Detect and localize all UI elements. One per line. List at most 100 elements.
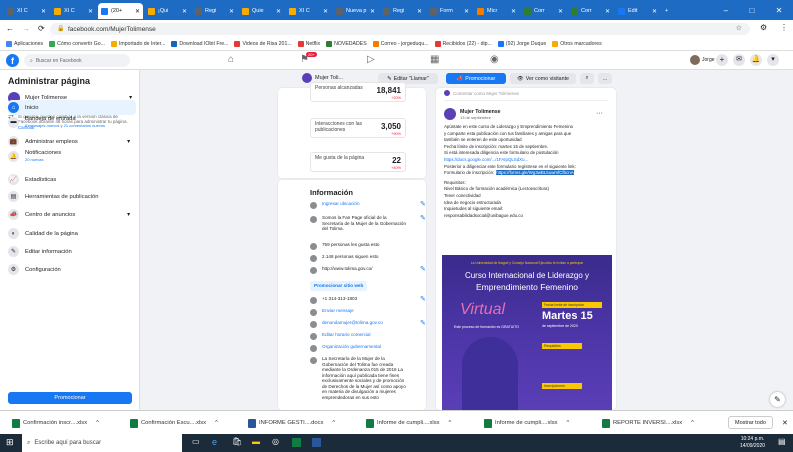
browser-tab[interactable]: Quie ✕	[239, 3, 284, 19]
back-icon[interactable]: ←	[6, 24, 14, 33]
notification-center-icon[interactable]: ▤	[778, 438, 786, 446]
stat-box[interactable]: Personas alcanzadas 18,841 +20%	[310, 82, 406, 102]
close-tab-icon[interactable]: ✕	[370, 8, 375, 15]
form-link[interactable]: https://forms.gle/Wg3wBL5uwmfCfbcnA	[496, 170, 574, 176]
close-tab-icon[interactable]: ✕	[511, 8, 516, 15]
chevron-up-icon[interactable]: ^	[96, 420, 99, 426]
store-icon[interactable]: 🛍	[232, 438, 242, 446]
show-all-button[interactable]: Mostrar todo	[728, 416, 773, 429]
download-item[interactable]: INFORME GESTI....docx ^	[248, 417, 335, 429]
download-item[interactable]: Confirmación inscr....xlsx ^	[12, 417, 99, 429]
edge-icon[interactable]: e	[212, 438, 217, 447]
browser-tab[interactable]: XI C ✕	[286, 3, 331, 19]
info-row[interactable]: denundamujer@tolima.gov.co ✎	[310, 320, 426, 328]
bookmark-item[interactable]: Recibidos (22) - dip...	[434, 40, 492, 47]
info-row[interactable]: Ingresar ubicación ✎	[310, 201, 426, 209]
sidebar-item[interactable]: ▤ Herramientas de publicación	[8, 191, 136, 202]
sidebar-item[interactable]: 🔔 Notificaciones 20 nuevas	[8, 150, 136, 162]
post-author[interactable]: Mujer Tolimense	[460, 109, 501, 115]
task-view-icon[interactable]: ▭	[192, 438, 200, 446]
browser-tab[interactable]: Edit ✕	[615, 3, 660, 19]
browser-tab[interactable]: Form ✕	[427, 3, 472, 19]
sidebar-item[interactable]: ⌂ Inicio	[8, 100, 136, 115]
clock[interactable]: 10:24 p.m. 14/09/2020	[740, 436, 765, 450]
browser-tab[interactable]: (20+ ✕	[98, 3, 143, 19]
bookmark-item[interactable]: Cómo convertir Go...	[49, 40, 105, 47]
info-row[interactable]: Enviar mensaje	[310, 308, 410, 316]
sidebar-item[interactable]: 💼 Administrar empleos ▾	[8, 136, 136, 147]
bookmark-item[interactable]: Download IObit Fre...	[171, 40, 228, 47]
chevron-up-icon[interactable]: ^	[567, 420, 570, 426]
bookmark-item[interactable]: Correo - jorgeduqu...	[372, 40, 429, 47]
close-tab-icon[interactable]: ✕	[652, 8, 657, 15]
browser-tab[interactable]: Corr ✕	[568, 3, 613, 19]
bookmark-item[interactable]: Otros marcadores	[552, 40, 602, 47]
browser-tab[interactable]: Regi ✕	[192, 3, 237, 19]
promote-website-button[interactable]: Promocionar sitio web	[310, 281, 368, 291]
sidebar-item[interactable]: 📣 Centro de anuncios ▾	[8, 209, 136, 220]
close-tab-icon[interactable]: ✕	[41, 8, 46, 15]
pencil-icon[interactable]: ✎	[420, 201, 426, 209]
download-item[interactable]: Confirmación Escu....xlsx ^	[130, 417, 218, 429]
browser-tab[interactable]: Micr ✕	[474, 3, 519, 19]
post-options-icon[interactable]: ···	[596, 110, 603, 117]
pencil-icon[interactable]: ✎	[420, 215, 426, 223]
windows-start-icon[interactable]: ⊞	[6, 438, 14, 447]
promote-button[interactable]: Promocionar	[8, 392, 132, 404]
chevron-up-icon[interactable]: ^	[449, 420, 452, 426]
bookmark-item[interactable]: (92) Jorge Duque	[497, 40, 546, 47]
excel-icon[interactable]	[292, 438, 301, 447]
extension-icon[interactable]: ⚙	[760, 24, 767, 32]
close-tab-icon[interactable]: ✕	[323, 8, 328, 15]
chevron-up-icon[interactable]: ^	[215, 420, 218, 426]
comment-composer[interactable]: Comentar como Mujer Tolimense	[444, 89, 608, 97]
browser-tab[interactable]: Regi ✕	[380, 3, 425, 19]
taskbar-search-input[interactable]: ⌕ Escribe aquí para buscar	[22, 434, 182, 452]
browser-tab[interactable]: Corr ✕	[521, 3, 566, 19]
pencil-icon[interactable]: ✎	[420, 320, 426, 328]
sidebar-item[interactable]: ⚙ Configuración	[8, 264, 136, 275]
close-tab-icon[interactable]: ✕	[182, 8, 187, 15]
bookmark-item[interactable]: Aplicaciones	[6, 40, 43, 47]
bookmark-item[interactable]: NOVEDADES	[326, 40, 367, 47]
forward-icon[interactable]: →	[22, 24, 30, 33]
download-item[interactable]: Informe de cumpli....xlsx ^	[366, 417, 451, 429]
info-row[interactable]: Editar horario comercial	[310, 332, 410, 340]
post-text-line[interactable]: https://docs.google.com/.../1FAIpQLSdXu.…	[444, 157, 609, 164]
info-row[interactable]: Organización gubernamental	[310, 344, 410, 352]
close-tab-icon[interactable]: ✕	[88, 8, 93, 15]
info-row[interactable]: Promocionar sitio web	[310, 281, 410, 291]
sidebar-item[interactable]: ◐ Calidad de la página	[8, 228, 136, 239]
download-item[interactable]: Informe de cumpli....xlsx ^	[484, 417, 569, 429]
close-tab-icon[interactable]: ✕	[605, 8, 610, 15]
stat-box[interactable]: Me gusta de la página 22 +40%	[310, 152, 406, 172]
menu-dots-icon[interactable]: ⋮	[780, 24, 788, 32]
sidebar-item[interactable]: 📈 Estadísticas	[8, 174, 136, 185]
create-icon[interactable]: +	[716, 54, 728, 66]
watch-nav-icon[interactable]: ▷	[367, 55, 375, 65]
chevron-up-icon[interactable]: ^	[691, 420, 694, 426]
marketplace-nav-icon[interactable]: ▦	[430, 55, 439, 65]
chevron-up-icon[interactable]: ^	[332, 420, 335, 426]
maximize-icon[interactable]: □	[749, 6, 754, 15]
download-item[interactable]: REPORTE INVERSI....xlsx ^	[602, 417, 694, 429]
browser-tab[interactable]: Nueva p ✕	[333, 3, 378, 19]
sidebar-item[interactable]: ▬ Bandeja de entrada 6 mensajes nuevos y 2…	[8, 116, 136, 128]
course-poster-image[interactable]: La Universidad de Ibagué y Consejo Nacio…	[442, 255, 612, 417]
close-tab-icon[interactable]: ✕	[464, 8, 469, 15]
sidebar-item[interactable]: ✎ Editar información	[8, 246, 136, 257]
search-page-button[interactable]: ⌕	[580, 73, 594, 84]
account-menu-icon[interactable]: ▾	[767, 54, 779, 66]
minimize-icon[interactable]: –	[724, 6, 728, 15]
pencil-icon[interactable]: ✎	[420, 296, 426, 304]
word-icon[interactable]	[312, 438, 321, 447]
notifications-icon[interactable]: 🔔	[750, 54, 762, 66]
promote-header-button[interactable]: 📣 Promocionar	[446, 73, 506, 84]
chrome-icon[interactable]: ◎	[272, 438, 279, 446]
browser-tab[interactable]: XI C ✕	[51, 3, 96, 19]
url-field[interactable]: 🔒 facebook.com/MujerTolimense ☆	[50, 23, 750, 35]
groups-nav-icon[interactable]: ◉	[490, 55, 499, 65]
close-downloads-icon[interactable]: ✕	[782, 419, 788, 427]
close-tab-icon[interactable]: ✕	[135, 8, 140, 15]
new-tab-button[interactable]: +	[662, 3, 674, 19]
